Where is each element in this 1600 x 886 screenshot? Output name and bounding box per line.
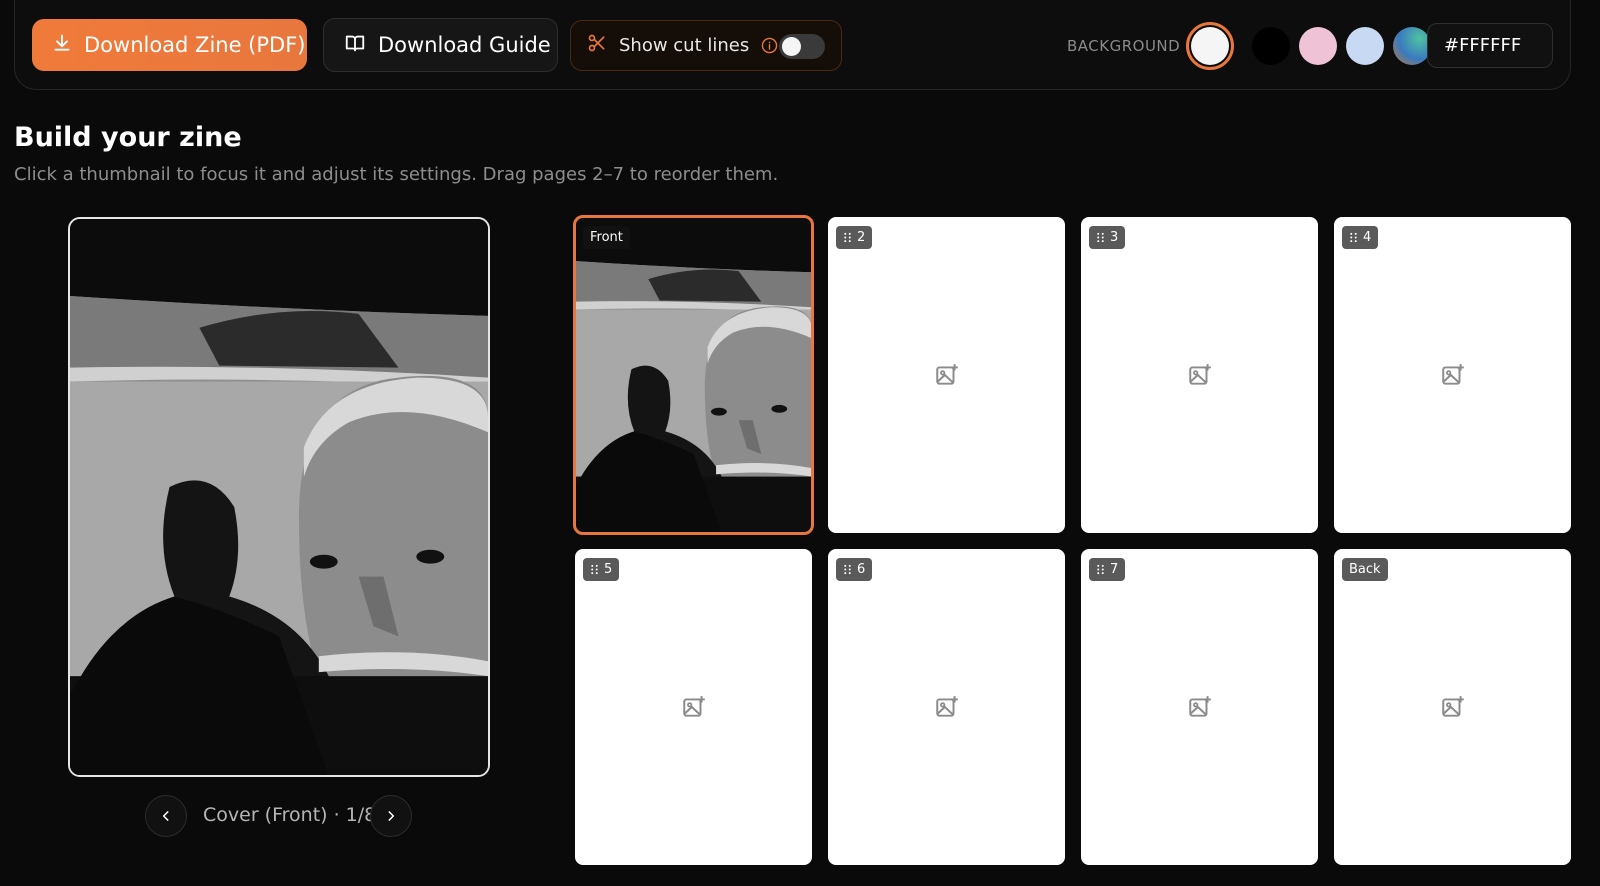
page-preview	[68, 217, 490, 777]
toolbar: Download Zine (PDF) Download Guide Show …	[14, 0, 1571, 90]
page-counter: Cover (Front) · 1/8	[203, 804, 377, 826]
page-thumbnail-front[interactable]: Front	[573, 215, 814, 535]
preview-photo	[70, 219, 488, 775]
book-icon	[344, 32, 366, 59]
page-thumbnail-2[interactable]: 2	[828, 217, 1065, 533]
page-thumbnail-back[interactable]: Back	[1334, 549, 1571, 865]
add-image-icon[interactable]	[1440, 362, 1466, 388]
swatch-light-blue[interactable]	[1346, 27, 1384, 65]
page-thumbnail-6[interactable]: 6	[828, 549, 1065, 865]
drag-handle-icon[interactable]	[1096, 232, 1105, 243]
drag-handle-icon[interactable]	[590, 564, 599, 575]
chevron-right-icon	[388, 811, 395, 821]
download-icon	[52, 33, 72, 58]
add-image-icon[interactable]	[681, 694, 707, 720]
hex-color-input[interactable]	[1427, 23, 1553, 68]
swatch-pink[interactable]	[1299, 27, 1337, 65]
drag-handle-icon[interactable]	[843, 232, 852, 243]
page-thumbnail-5[interactable]: 5	[575, 549, 812, 865]
page-badge[interactable]: 3	[1089, 226, 1126, 249]
drag-handle-icon[interactable]	[1349, 232, 1358, 243]
drag-handle-icon[interactable]	[1096, 564, 1105, 575]
page-badge[interactable]: 2	[836, 226, 873, 249]
page-badge[interactable]: 6	[836, 558, 873, 581]
download-guide-button[interactable]: Download Guide	[323, 18, 558, 72]
page-thumbnail-7[interactable]: 7	[1081, 549, 1318, 865]
add-image-icon[interactable]	[1187, 362, 1213, 388]
download-guide-label: Download Guide	[378, 33, 551, 57]
swatch-white[interactable]	[1186, 22, 1234, 70]
add-image-icon[interactable]	[1187, 694, 1213, 720]
page-badge: Front	[583, 226, 630, 249]
add-image-icon[interactable]	[934, 362, 960, 388]
download-zine-button[interactable]: Download Zine (PDF)	[32, 19, 307, 71]
previous-page-button[interactable]	[145, 795, 187, 837]
page-subtitle: Click a thumbnail to focus it and adjust…	[14, 164, 779, 185]
drag-handle-icon[interactable]	[843, 564, 852, 575]
cut-lines-control: Show cut lines	[570, 20, 842, 71]
swatch-gradient[interactable]	[1393, 27, 1431, 65]
page-badge[interactable]: 5	[583, 558, 620, 581]
page-thumbnail-4[interactable]: 4	[1334, 217, 1571, 533]
background-label: BACKGROUND	[1067, 37, 1181, 55]
front-thumbnail-photo	[575, 217, 812, 533]
download-zine-label: Download Zine (PDF)	[84, 33, 306, 57]
swatch-black[interactable]	[1252, 27, 1290, 65]
cut-lines-toggle[interactable]	[779, 34, 825, 59]
add-image-icon[interactable]	[1440, 694, 1466, 720]
chevron-left-icon	[162, 811, 169, 821]
scissors-icon	[587, 33, 607, 58]
page-badge: Back	[1342, 558, 1388, 581]
info-icon[interactable]	[761, 37, 778, 54]
add-image-icon[interactable]	[934, 694, 960, 720]
page-title: Build your zine	[14, 122, 242, 153]
page-thumbnail-3[interactable]: 3	[1081, 217, 1318, 533]
toggle-knob	[782, 37, 801, 56]
next-page-button[interactable]	[370, 795, 412, 837]
page-badge[interactable]: 7	[1089, 558, 1126, 581]
cut-lines-label: Show cut lines	[619, 35, 750, 56]
page-badge[interactable]: 4	[1342, 226, 1379, 249]
